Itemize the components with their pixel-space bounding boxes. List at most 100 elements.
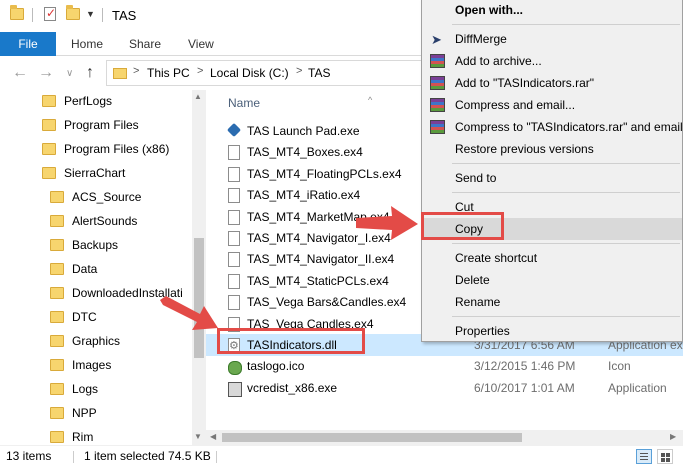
menu-item-label: DiffMerge [455, 32, 507, 46]
file-name: taslogo.ico [247, 359, 305, 374]
window-title: TAS [112, 8, 137, 23]
menu-item-rename[interactable]: Rename [422, 291, 682, 313]
status-divider [216, 451, 217, 463]
forward-arrow-icon[interactable]: → [38, 64, 54, 82]
menu-item-add-to-tasindicators-rar[interactable]: Add to "TASIndicators.rar" [422, 72, 682, 94]
up-arrow-icon[interactable]: ↑ [86, 64, 94, 82]
folder-icon [50, 431, 64, 443]
details-view-icon [640, 453, 648, 454]
file-date: 6/10/2017 1:01 AM [474, 380, 575, 395]
menu-item-label: Add to "TASIndicators.rar" [455, 76, 595, 90]
folder-icon [50, 311, 64, 323]
recent-locations-chevron-icon[interactable]: ∨ [66, 68, 73, 79]
file-name: TAS Launch Pad.exe [247, 124, 360, 138]
menu-item-diffmerge[interactable]: DiffMerge [422, 28, 682, 51]
winrar-icon [430, 54, 445, 68]
file-name: TAS_MT4_iRatio.ex4 [247, 188, 361, 203]
toolbar-divider [32, 8, 33, 22]
document-file-icon [228, 209, 240, 225]
file-row[interactable]: taslogo.ico 3/12/2015 1:46 PM Icon [206, 355, 683, 377]
menu-item-send-to[interactable]: Send to [422, 167, 682, 189]
menu-item-restore-previous-versions[interactable]: Restore previous versions [422, 138, 682, 160]
folder-icon [113, 68, 127, 79]
menu-item-compress-to-tasindicators-rar-and-email[interactable]: Compress to "TASIndicators.rar" and emai… [422, 116, 683, 138]
menu-item-add-to-archive[interactable]: Add to archive... [422, 50, 682, 72]
document-file-icon [228, 273, 240, 289]
menu-item-label: Create shortcut [455, 251, 538, 265]
sort-caret-icon: ^ [368, 95, 373, 105]
folder-icon [50, 191, 64, 203]
breadcrumb-this-pc[interactable]: This PC [147, 66, 190, 80]
menu-item-compress-and-email[interactable]: Compress and email... [422, 94, 682, 116]
breadcrumb-separator: > [133, 65, 140, 77]
folder-icon [50, 407, 64, 419]
column-header-name[interactable]: Name ^ [228, 95, 372, 110]
nav-tree-item-label: DTC [72, 310, 97, 324]
menu-item-label: Properties [455, 324, 510, 338]
highlight-box-copy [421, 212, 504, 240]
menu-item-label: Compress to "TASIndicators.rar" and emai… [455, 120, 683, 134]
tab-home[interactable]: Home [71, 32, 103, 56]
nav-tree-item-label: Images [72, 358, 112, 372]
back-arrow-icon[interactable]: ← [12, 64, 28, 82]
menu-separator [452, 24, 680, 25]
nav-tree-item-label: SierraChart [64, 166, 126, 180]
properties-icon[interactable] [44, 6, 56, 21]
application-file-icon [228, 381, 242, 397]
document-file-icon [228, 252, 240, 268]
customize-toolbar-dropdown-icon[interactable]: ▼ [86, 9, 95, 19]
context-menu: Open with... DiffMerge Add to archive... Ad… [421, 0, 683, 342]
menu-item-label: Delete [455, 273, 490, 287]
tab-share[interactable]: Share [129, 32, 161, 56]
file-date: 3/12/2015 1:46 PM [474, 359, 576, 374]
folder-icon [50, 383, 64, 395]
details-view-button[interactable] [636, 449, 652, 464]
breadcrumb-tas[interactable]: TAS [308, 66, 330, 80]
file-list-scroll-thumb[interactable] [222, 433, 522, 442]
document-file-icon [228, 295, 240, 311]
new-folder-icon[interactable] [66, 5, 80, 20]
folder-icon [42, 119, 56, 131]
nav-tree-item-label: ACS_Source [72, 190, 142, 204]
folder-icon [50, 335, 64, 347]
nav-tree-item-label: PerfLogs [64, 94, 113, 108]
folder-icon [50, 287, 64, 299]
tab-view[interactable]: View [188, 32, 214, 56]
nav-tree-item-label: Logs [72, 382, 99, 396]
document-file-icon [228, 188, 240, 204]
column-header-label: Name [228, 96, 261, 110]
winrar-icon [430, 76, 445, 90]
navigation-pane: PerfLogs Program Files Program Files (x86)… [0, 90, 206, 445]
menu-item-delete[interactable]: Delete [422, 269, 682, 291]
menu-item-label: Add to archive... [455, 54, 542, 68]
folder-icon [50, 215, 64, 227]
tab-file[interactable]: File [0, 32, 56, 56]
breadcrumb-local-disk[interactable]: Local Disk (C:) [210, 66, 289, 80]
nav-tree-item-label: Program Files [64, 118, 139, 132]
menu-item-label: Compress and email... [455, 98, 576, 112]
document-file-icon [228, 231, 240, 246]
file-row[interactable]: vcredist_x86.exe 6/10/2017 1:01 AM Applica… [206, 377, 683, 399]
menu-item-create-shortcut[interactable]: Create shortcut [422, 247, 682, 269]
large-icons-view-button[interactable] [657, 449, 673, 464]
nav-tree-item-label: Backups [72, 238, 119, 252]
application-file-icon [228, 124, 240, 139]
address-bar[interactable]: > This PC > Local Disk (C:) > TAS [106, 60, 436, 86]
selection-info: 1 item selected 74.5 KB [84, 449, 211, 463]
breadcrumb-separator: > [197, 65, 204, 77]
nav-pane-scrollbar[interactable]: ▲ ▼ [192, 90, 206, 445]
file-name: TAS_MT4_FloatingPCLs.ex4 [247, 166, 402, 181]
scroll-down-icon[interactable]: ▼ [194, 432, 202, 441]
file-list-horizontal-scrollbar[interactable]: ◀ ▶ [206, 430, 683, 445]
menu-item-properties[interactable]: Properties [422, 320, 682, 342]
nav-tree-item-label: NPP [72, 406, 97, 420]
scroll-left-icon[interactable]: ◀ [210, 432, 216, 441]
folder-icon[interactable] [10, 5, 24, 20]
folder-icon [42, 167, 56, 179]
scroll-right-icon[interactable]: ▶ [670, 432, 676, 441]
scroll-up-icon[interactable]: ▲ [194, 92, 202, 101]
menu-item-open-with[interactable]: Open with... [422, 0, 682, 21]
menu-separator [452, 163, 680, 164]
menu-item-label: Restore previous versions [455, 142, 594, 156]
nav-tree-item-label: AlertSounds [72, 214, 138, 228]
